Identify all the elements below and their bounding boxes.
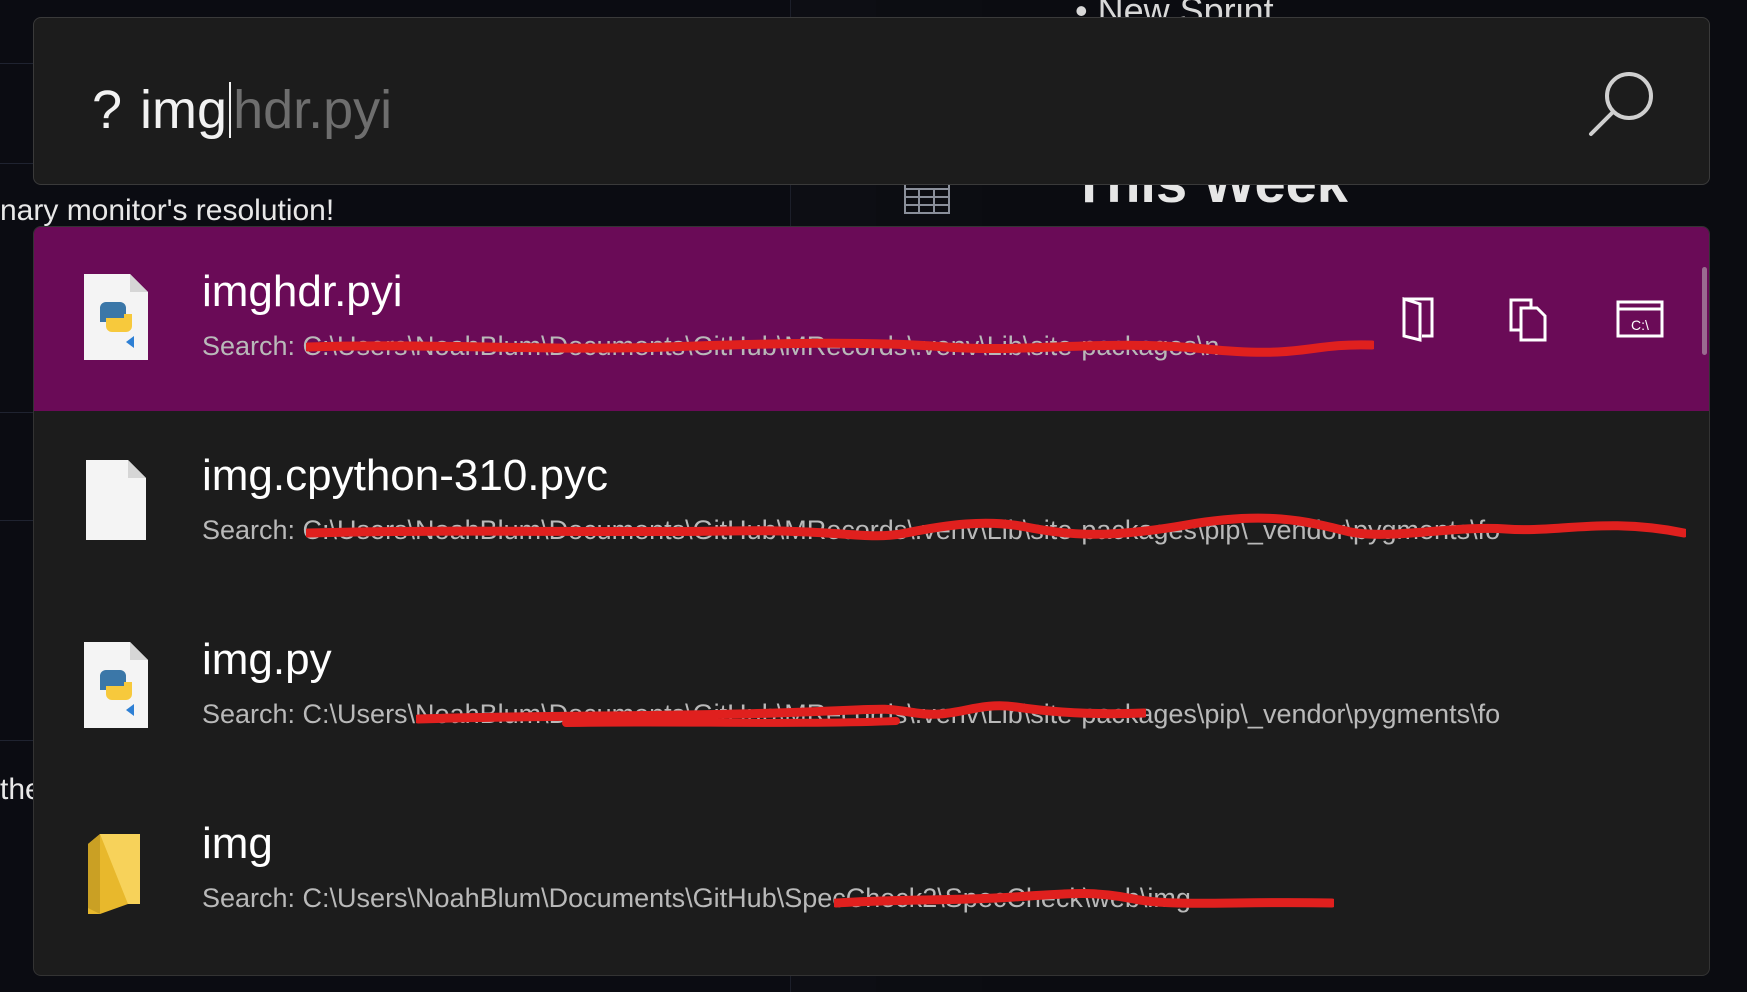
result-item[interactable]: img.py Search: C:\Users\NoahBlum\Documen… bbox=[34, 595, 1709, 779]
redaction-mark bbox=[306, 338, 1374, 357]
open-in-console-icon: C:\ bbox=[1616, 300, 1664, 338]
result-item[interactable]: img Search: C:\Users\NoahBlum\Documents\… bbox=[34, 779, 1709, 963]
redaction-mark bbox=[416, 701, 1146, 727]
background-text: nary monitor's resolution! bbox=[0, 194, 335, 227]
python-file-icon bbox=[84, 274, 148, 360]
redaction-mark bbox=[306, 513, 1686, 541]
python-file-icon bbox=[84, 642, 148, 728]
copy-path-icon bbox=[1509, 298, 1547, 342]
result-item-selected[interactable]: imghdr.pyi Search: C:\Users\NoahBlum\Doc… bbox=[34, 227, 1709, 411]
result-title: img bbox=[202, 819, 273, 868]
open-containing-folder-button[interactable] bbox=[1388, 289, 1448, 349]
scrollbar-thumb[interactable] bbox=[1702, 267, 1707, 355]
table-icon bbox=[904, 180, 950, 214]
result-title: img.py bbox=[202, 635, 332, 684]
results-list: imghdr.pyi Search: C:\Users\NoahBlum\Doc… bbox=[33, 226, 1710, 976]
open-in-console-button[interactable]: C:\ bbox=[1610, 289, 1670, 349]
text-caret bbox=[229, 82, 232, 138]
search-box[interactable]: ? img hdr.pyi bbox=[33, 17, 1710, 185]
search-input[interactable]: ? img hdr.pyi bbox=[92, 75, 392, 145]
search-icon[interactable] bbox=[1587, 68, 1657, 138]
result-title: img.cpython-310.pyc bbox=[202, 451, 608, 500]
copy-path-button[interactable] bbox=[1498, 289, 1558, 349]
blank-file-icon bbox=[86, 460, 146, 540]
console-label: C:\ bbox=[1631, 317, 1649, 333]
folder-icon bbox=[88, 834, 140, 914]
query-text: img bbox=[140, 80, 228, 140]
autocomplete-suggestion: hdr.pyi bbox=[233, 80, 393, 140]
open-containing-folder-icon bbox=[1402, 296, 1434, 342]
result-item[interactable]: img.cpython-310.pyc Search: C:\Users\Noa… bbox=[34, 411, 1709, 595]
query-prefix: ? bbox=[92, 80, 123, 140]
result-title: imghdr.pyi bbox=[202, 267, 403, 316]
redaction-mark bbox=[834, 889, 1334, 908]
